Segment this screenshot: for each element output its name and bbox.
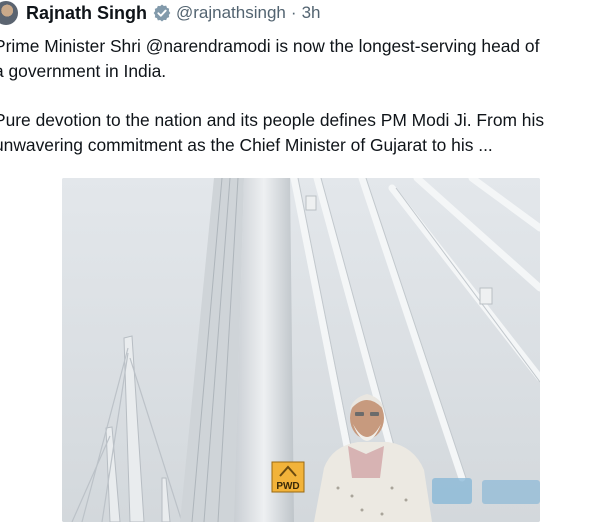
pwd-sign-text: PWD [276,481,299,492]
tweet-text-line: a government in India. [0,61,167,81]
tweet-text-paragraph: Prime Minister Shri @narendramodi is now… [0,34,600,84]
tweet-text-line: unwavering commitment as the Chief Minis… [0,135,493,155]
tweet-header: Rajnath Singh @rajnathsingh · 3h [0,0,320,26]
verified-badge-icon [153,4,171,22]
tweet-text: Prime Minister Shri @narendramodi is now… [0,34,600,158]
pwd-sign: PWD [271,461,305,493]
tweet[interactable]: Rajnath Singh @rajnathsingh · 3h Prime M… [0,0,600,522]
tweet-text-line: Pure devotion to the nation and its peop… [0,110,545,130]
bridge-photo-illustration: PWD [62,178,540,522]
tweet-photo[interactable]: PWD [62,178,540,522]
cable-anchor [479,287,493,305]
cable-anchor [305,195,317,211]
tweet-text-line: Prime Minister Shri @narendramodi is now… [0,36,540,56]
post-timestamp[interactable]: 3h [302,3,321,23]
author-handle[interactable]: @rajnathsingh [176,3,286,23]
author-avatar[interactable] [0,1,18,25]
tweet-text-paragraph: Pure devotion to the nation and its peop… [0,108,600,158]
separator-dot: · [290,3,297,22]
author-name[interactable]: Rajnath Singh [26,3,147,24]
railing-decoration [432,478,540,504]
